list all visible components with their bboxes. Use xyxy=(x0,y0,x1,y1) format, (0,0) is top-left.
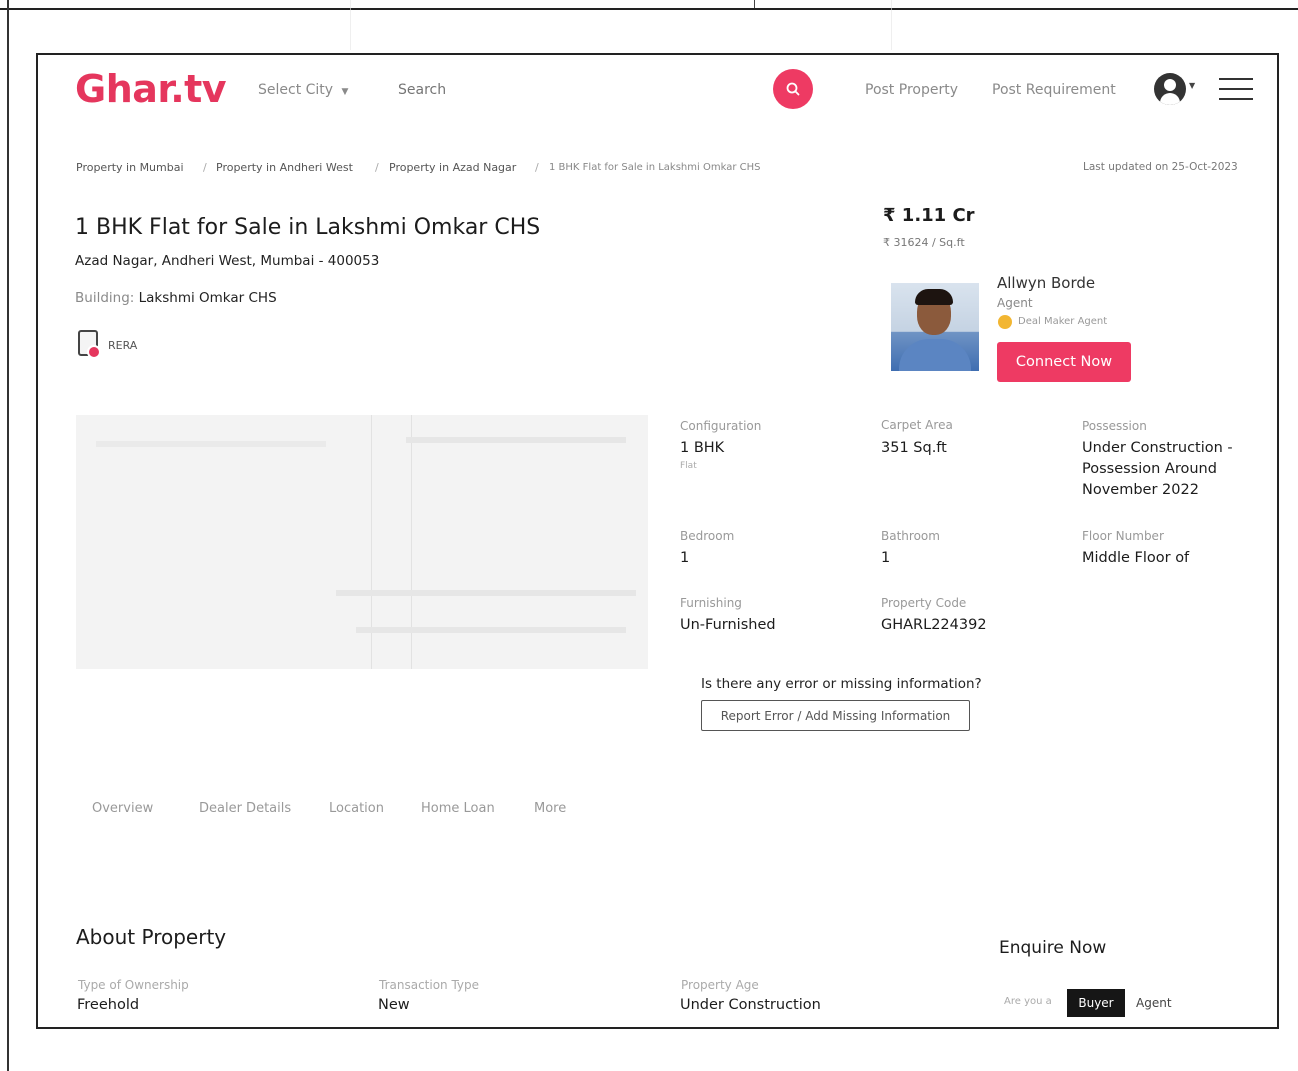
listing-title: 1 BHK Flat for Sale in Lakshmi Omkar CHS xyxy=(75,215,541,240)
spec-sub: Flat xyxy=(680,461,697,471)
medal-badge-icon xyxy=(998,315,1012,329)
tab-overview[interactable]: Overview xyxy=(92,801,153,816)
page-left-border xyxy=(7,0,9,1071)
tab-location[interactable]: Location xyxy=(329,801,384,816)
agent-photo-shirt xyxy=(899,339,971,371)
city-select[interactable]: Select City ▼ xyxy=(258,82,348,98)
breadcrumb-current: 1 BHK Flat for Sale in Lakshmi Omkar CHS xyxy=(549,162,761,173)
photo-detail xyxy=(406,437,626,443)
spec-label: Furnishing xyxy=(680,596,742,610)
agent-badge-label: Deal Maker Agent xyxy=(1018,316,1108,327)
breadcrumb-item[interactable]: Property in Mumbai xyxy=(76,161,184,174)
spec-value: GHARL224392 xyxy=(881,617,987,633)
breadcrumb-item[interactable]: Property in Azad Nagar xyxy=(389,161,516,174)
breadcrumb-separator: / xyxy=(375,161,379,174)
building-label: Building: xyxy=(75,290,135,306)
avatar-chevron-icon[interactable]: ▼ xyxy=(1189,81,1195,90)
about-property-title: About Property xyxy=(76,925,227,949)
search-button[interactable] xyxy=(773,69,813,109)
spec-value: 1 xyxy=(680,550,690,566)
spec-value: 1 xyxy=(881,550,891,566)
about-label: Transaction Type xyxy=(379,978,480,992)
report-question: Is there any error or missing informatio… xyxy=(701,676,982,692)
about-value: Under Construction xyxy=(680,997,821,1013)
property-photo[interactable] xyxy=(76,415,648,669)
enquire-role-question: Are you a xyxy=(1004,996,1052,1007)
spec-value: 1 BHK xyxy=(680,440,725,456)
background-watermark xyxy=(350,0,892,50)
user-avatar-icon[interactable] xyxy=(1154,73,1186,105)
about-label: Type of Ownership xyxy=(78,978,189,992)
building-info: Building: Lakshmi Omkar CHS xyxy=(75,290,277,306)
breadcrumb-item[interactable]: Property in Andheri West xyxy=(216,161,353,174)
search-icon xyxy=(786,82,800,96)
photo-detail xyxy=(96,441,326,447)
agent-name[interactable]: Allwyn Borde xyxy=(997,274,1095,292)
site-logo[interactable]: Ghar.tv xyxy=(75,67,227,111)
building-name: Lakshmi Omkar CHS xyxy=(138,290,277,306)
about-value: New xyxy=(378,997,410,1013)
post-property-link[interactable]: Post Property xyxy=(865,82,958,98)
rera-document-icon xyxy=(78,330,101,359)
hamburger-menu-icon[interactable] xyxy=(1219,76,1253,102)
report-error-button[interactable]: Report Error / Add Missing Information xyxy=(701,700,970,731)
listing-page: Ghar.tv Select City ▼ Post Property Post… xyxy=(36,53,1279,1029)
photo-detail xyxy=(336,590,636,596)
tab-dealer-details[interactable]: Dealer Details xyxy=(199,801,291,816)
city-select-label: Select City xyxy=(258,82,334,98)
role-buyer-toggle[interactable]: Buyer xyxy=(1067,989,1125,1017)
menu-bar xyxy=(1219,98,1253,100)
avatar-head xyxy=(1164,79,1176,91)
spec-value: Un-Furnished xyxy=(680,617,776,633)
agent-photo-hair xyxy=(915,289,953,305)
role-agent-toggle[interactable]: Agent xyxy=(1132,989,1176,1017)
spec-label: Floor Number xyxy=(1082,529,1164,543)
post-requirement-link[interactable]: Post Requirement xyxy=(992,82,1116,98)
connect-now-button[interactable]: Connect Now xyxy=(997,342,1131,382)
avatar-body xyxy=(1160,93,1180,105)
enquire-now-title: Enquire Now xyxy=(999,938,1107,958)
tab-more[interactable]: More xyxy=(534,801,566,816)
spec-label: Possession xyxy=(1082,419,1147,433)
about-value: Freehold xyxy=(77,997,140,1013)
photo-detail xyxy=(356,627,626,633)
spec-value: Possession Around xyxy=(1082,461,1217,477)
rera-label: RERA xyxy=(108,339,138,352)
agent-photo xyxy=(891,283,979,371)
menu-bar xyxy=(1219,78,1253,80)
spec-label: Property Code xyxy=(881,596,967,610)
last-updated: Last updated on 25-Oct-2023 xyxy=(1083,161,1238,173)
spec-value: Under Construction - xyxy=(1082,440,1233,456)
menu-bar xyxy=(1219,88,1253,90)
listing-address: Azad Nagar, Andheri West, Mumbai - 40005… xyxy=(75,253,380,269)
price-per-sqft: ₹ 31624 / Sq.ft xyxy=(883,236,965,249)
spec-value: Middle Floor of xyxy=(1082,550,1190,566)
spec-label: Bathroom xyxy=(881,529,940,543)
spec-value: November 2022 xyxy=(1082,482,1199,498)
listing-price: ₹ 1.11 Cr xyxy=(883,205,975,226)
spec-label: Configuration xyxy=(680,419,762,433)
about-label: Property Age xyxy=(681,978,759,992)
chevron-down-icon: ▼ xyxy=(341,87,349,97)
tab-home-loan[interactable]: Home Loan xyxy=(421,801,495,816)
spec-label: Carpet Area xyxy=(881,418,953,432)
spec-label: Bedroom xyxy=(680,529,735,543)
spec-value: 351 Sq.ft xyxy=(881,440,947,456)
search-input[interactable] xyxy=(396,77,760,103)
breadcrumb-separator: / xyxy=(203,161,207,174)
breadcrumb-separator: / xyxy=(535,161,539,174)
agent-role: Agent xyxy=(997,296,1033,310)
